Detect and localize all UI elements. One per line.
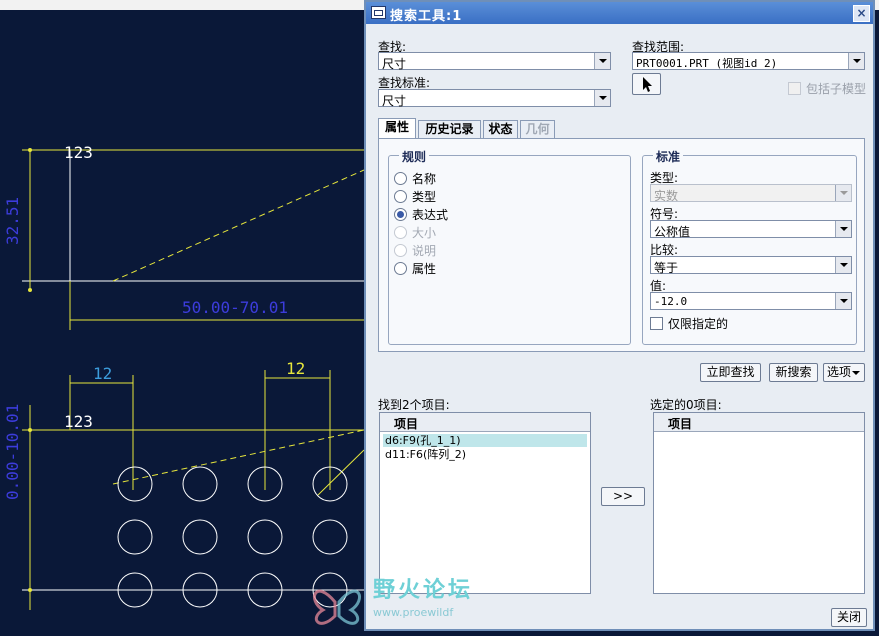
rule-size-radio[interactable]: 大小 — [394, 224, 436, 241]
rule-label: 大小 — [412, 226, 437, 240]
chevron-down-icon[interactable] — [835, 221, 851, 237]
selected-list[interactable]: 项目 — [653, 412, 865, 594]
dim-text: 123 — [64, 143, 93, 162]
found-list[interactable]: 项目 d6:F9(孔_1_1) d11:F6(阵列_2) — [379, 412, 591, 594]
column-header: 项目 — [668, 417, 693, 431]
checkbox-box — [650, 317, 663, 330]
value-select[interactable]: -12.0 — [650, 292, 852, 310]
search-now-button[interactable]: 立即查找 — [700, 363, 761, 382]
selected-list-header[interactable]: 项目 — [654, 413, 864, 432]
criteria-select[interactable]: 尺寸 — [378, 89, 611, 108]
chevron-down-icon — [852, 371, 860, 375]
rule-label: 名称 — [412, 172, 437, 186]
rule-attribute-radio[interactable]: 属性 — [394, 260, 436, 277]
criteria-value: 尺寸 — [382, 94, 407, 108]
tab-geometry[interactable]: 几何 — [520, 120, 555, 138]
window-icon — [371, 6, 386, 19]
dim-text: 32.51 — [3, 197, 22, 245]
tab-history[interactable]: 历史记录 — [418, 120, 481, 138]
chevron-down-icon[interactable] — [835, 293, 851, 309]
new-search-button[interactable]: 新搜索 — [769, 363, 818, 382]
limit-checkbox[interactable]: 仅限指定的 — [650, 315, 728, 332]
selected-label: 选定的0项目: — [650, 398, 722, 412]
dim-text: 0.00-10.01 — [3, 404, 22, 500]
chevron-down-icon[interactable] — [835, 185, 851, 201]
hole-circle — [117, 519, 153, 555]
compare-select[interactable]: 等于 — [650, 256, 852, 275]
standard-title: 标准 — [653, 148, 684, 165]
arrow-cursor-icon — [643, 77, 652, 92]
rule-expression-radio[interactable]: 表达式 — [394, 206, 448, 223]
found-list-header[interactable]: 项目 — [380, 413, 590, 432]
symbol-select[interactable]: 公称值 — [650, 220, 852, 239]
watermark-text: 野火论坛 — [373, 578, 474, 603]
scope-value: PRT0001.PRT (视图id 2) — [636, 57, 778, 70]
symbol-value: 公称值 — [654, 225, 691, 239]
attributes-panel: 规则 名称 类型 表达式 大小 说明 属性 标准 类型: 实数 符号: 公称值 … — [378, 138, 865, 352]
options-button[interactable]: 选项 — [823, 363, 865, 382]
column-header: 项目 — [394, 417, 419, 431]
dim-text: 12 — [93, 364, 112, 383]
butterfly-icon — [313, 589, 361, 625]
include-submodels-label: 包括子模型 — [806, 82, 867, 96]
dialog-title: 搜索工具:1 — [390, 9, 463, 24]
checkbox-box — [788, 82, 801, 95]
find-value: 尺寸 — [382, 57, 407, 71]
hole-circle — [182, 519, 218, 555]
watermark-url: www.proewildf — [373, 606, 454, 619]
move-right-button[interactable]: >> — [601, 487, 645, 506]
hole-circle — [117, 466, 153, 502]
list-item[interactable]: d6:F9(孔_1_1) — [383, 434, 587, 447]
tab-attributes[interactable]: 属性 — [378, 118, 416, 138]
value-value: -12.0 — [654, 295, 688, 308]
rule-label: 属性 — [412, 262, 437, 276]
dim-text: 50.00-70.01 — [182, 298, 288, 317]
rule-label: 类型 — [412, 190, 437, 204]
dim-text: 123 — [64, 412, 93, 431]
found-label: 找到2个项目: — [378, 398, 450, 412]
compare-value: 等于 — [654, 261, 679, 275]
list-item[interactable]: d11:F6(阵列_2) — [383, 448, 587, 461]
chevron-down-icon[interactable] — [835, 257, 851, 273]
hole-circle — [312, 519, 348, 555]
select-scope-button[interactable] — [632, 73, 661, 95]
include-submodels-checkbox[interactable]: 包括子模型 — [788, 80, 866, 97]
dialog-titlebar[interactable]: 搜索工具:1 × — [366, 2, 873, 24]
hole-circle — [247, 519, 283, 555]
rule-description-radio[interactable]: 说明 — [394, 242, 436, 259]
type-value: 实数 — [654, 189, 679, 203]
chevron-down-icon[interactable] — [594, 90, 610, 106]
find-select[interactable]: 尺寸 — [378, 52, 611, 71]
rule-label: 说明 — [412, 244, 437, 258]
rules-group: 规则 名称 类型 表达式 大小 说明 属性 — [388, 148, 631, 345]
chevron-down-icon[interactable] — [594, 53, 610, 69]
close-icon[interactable]: × — [853, 5, 870, 22]
rule-name-radio[interactable]: 名称 — [394, 170, 436, 187]
close-button[interactable]: 关闭 — [831, 608, 867, 627]
hole-circle — [182, 466, 218, 502]
search-tool-dialog: 搜索工具:1 × 查找: 尺寸 查找范围: PRT0001.PRT (视图id … — [364, 0, 875, 631]
limit-label: 仅限指定的 — [668, 317, 729, 331]
rules-title: 规则 — [399, 148, 430, 165]
chevron-down-icon[interactable] — [848, 53, 864, 69]
standard-group: 标准 类型: 实数 符号: 公称值 比较: 等于 值: -12.0 仅限指定的 — [642, 148, 857, 345]
options-label: 选项 — [827, 365, 852, 379]
scope-select[interactable]: PRT0001.PRT (视图id 2) — [632, 52, 865, 70]
rule-type-radio[interactable]: 类型 — [394, 188, 436, 205]
type-select[interactable]: 实数 — [650, 184, 852, 203]
dim-text: 12 — [286, 359, 305, 378]
rule-label: 表达式 — [412, 208, 449, 222]
tab-status[interactable]: 状态 — [483, 120, 518, 138]
